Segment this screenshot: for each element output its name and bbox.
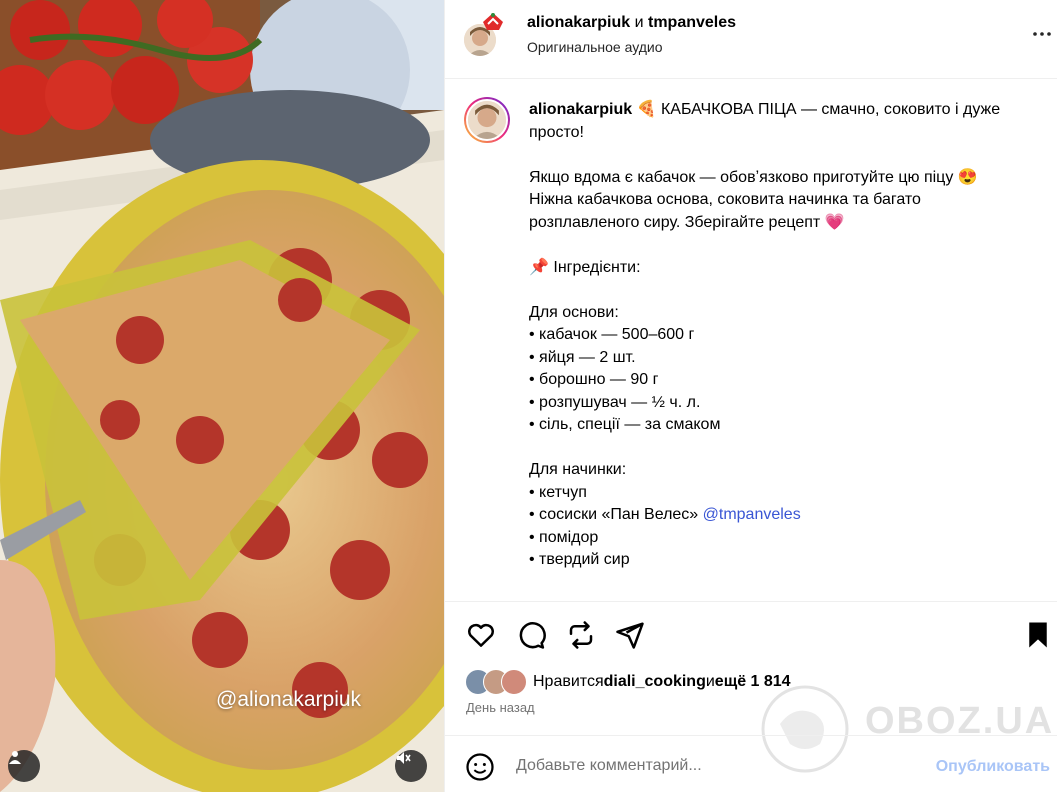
more-options-icon[interactable] [1030,22,1054,46]
user-tag-icon [9,751,21,764]
like-heart-icon[interactable] [466,620,496,650]
liker-avatar [501,669,527,695]
names-joiner: и [630,14,648,31]
repost-icon[interactable] [566,620,596,650]
post-header: alionakarpiuk и tmpanveles Оригинальное … [445,0,1057,79]
ingredients-title: 📌 Інгредієнти: [529,258,641,276]
photo-watermark: @alionakarpiuk [216,688,362,711]
post-media[interactable]: @alionakarpiuk [0,0,444,792]
filling-item: • сосиски «Пан Велес» [529,506,703,523]
caption-para2: Якщо вдома є кабачок — обовʼязково приго… [529,168,978,231]
liker-avatars [465,669,527,695]
post-panel: alionakarpiuk и tmpanveles Оригинальное … [444,0,1057,792]
liker-username[interactable]: diali_cooking [604,673,706,691]
filling-item: • кетчуп [529,483,587,501]
comment-bar: Добавьте комментарий... Опубликовать [445,735,1057,793]
mute-button[interactable] [395,750,427,782]
post-caption: alionakarpiuk 🍕 КАБАЧКОВА ПІЦА — смачно,… [445,80,1057,600]
author-names: alionakarpiuk и tmpanveles [527,14,736,32]
brand-mention-link[interactable]: @tmpanveles [703,506,801,523]
brand-logo-icon [483,13,503,30]
likes-prefix: Нравится [533,673,604,690]
base-item: • розпушувач — ½ ч. л. [529,393,701,411]
pizza-photo [0,0,444,792]
post-time[interactable]: День назад [466,700,535,715]
caption-avatar[interactable] [464,97,510,143]
action-bar [445,601,1057,666]
tagged-users-button[interactable] [8,750,40,782]
filling-title: Для начинки: [529,461,627,478]
collab-username[interactable]: tmpanveles [648,14,736,31]
likes-summary[interactable]: Нравится diali_cooking и ещё 1 814 [465,668,791,696]
author-username[interactable]: alionakarpiuk [527,14,630,31]
saved-bookmark-icon[interactable] [1023,620,1053,650]
comment-icon[interactable] [516,620,546,650]
comment-input[interactable]: Добавьте комментарий... [516,757,702,775]
audio-link[interactable]: Оригинальное аудио [527,39,663,55]
emoji-icon[interactable] [465,752,495,782]
likes-middle: и [705,673,715,690]
share-send-icon[interactable] [615,620,645,650]
base-item: • сіль, спеції — за смаком [529,416,721,433]
filling-item: • твердий сир [529,551,630,568]
mute-icon [397,752,411,764]
base-item: • борошно — 90 г [529,371,659,388]
caption-username[interactable]: alionakarpiuk [529,101,632,118]
filling-item: • помідор [529,528,599,546]
base-title: Для основи: [529,303,619,321]
avatar-photo [468,101,506,139]
base-item: • яйця — 2 шт. [529,348,636,366]
base-item: • кабачок — 500–600 г [529,326,695,343]
caption-text: alionakarpiuk 🍕 КАБАЧКОВА ПІЦА — смачно,… [529,99,1029,572]
publish-button[interactable]: Опубликовать [936,758,1050,776]
